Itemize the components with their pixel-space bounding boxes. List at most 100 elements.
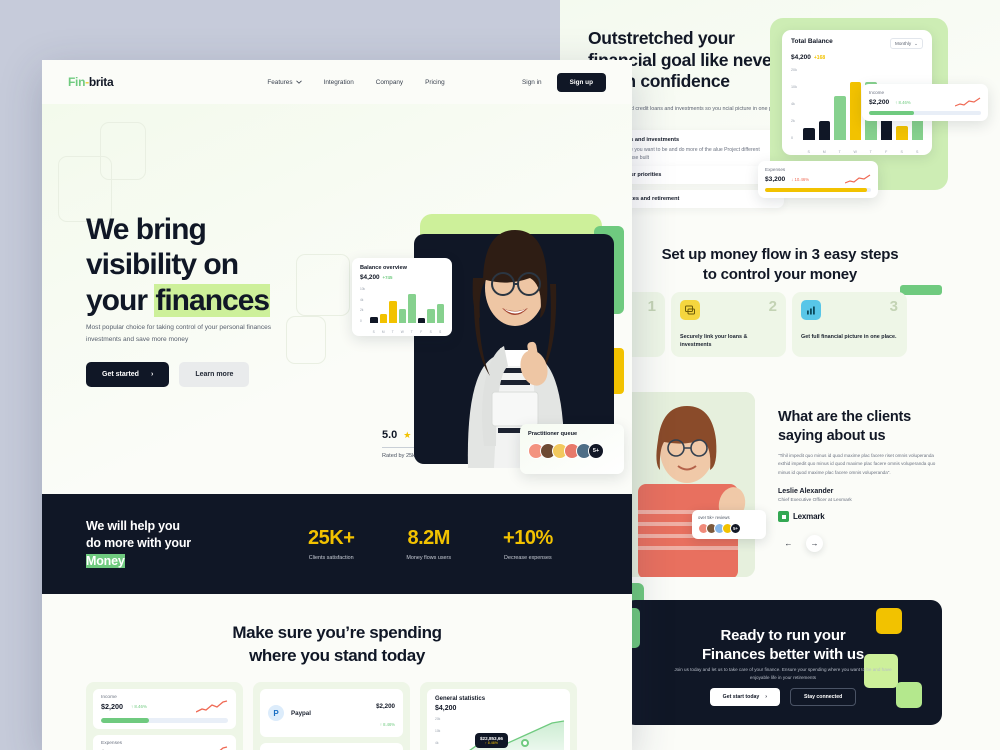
- balance-overview-amount: $4,200 +745: [360, 274, 393, 281]
- balance-overview-chart: 10k 4k 2k 0: [360, 287, 444, 329]
- x-tick-label: F: [885, 150, 888, 154]
- y-axis-ticks: 20k 10k 4k 2k 0: [791, 68, 797, 140]
- testimonial-author: Leslie Alexander: [778, 488, 834, 495]
- stat-value: 8.2M: [407, 527, 450, 549]
- spending-col-payments: P Paypal $2,200 ↑ 8.46% ⬟ Shopify $2,200…: [253, 682, 410, 750]
- bar: [436, 303, 444, 323]
- reviews-avatars: 5+: [698, 523, 760, 534]
- x-axis-ticks: SMTWTFSS: [791, 150, 923, 154]
- spending-section: Make sure you’re spending where you stan…: [42, 594, 632, 750]
- x-tick-label: S: [900, 150, 903, 154]
- income-progress: [101, 718, 228, 723]
- logo[interactable]: Fin-brita: [68, 75, 114, 89]
- income-card: Income $2,200 ↑ 8.46%: [93, 689, 236, 729]
- testimonial-photo: [620, 392, 755, 577]
- x-tick-label: S: [807, 150, 810, 154]
- logo-brita: brita: [88, 75, 114, 89]
- bar: [896, 126, 908, 140]
- expenses-float-card: Expenses $3,200 ↓ 10.46%: [758, 161, 878, 198]
- balance-change: +168: [813, 55, 826, 61]
- x-tick-label: T: [869, 150, 872, 154]
- tooltip-change: ↑ 8.46%: [485, 741, 498, 745]
- income-progress: [869, 111, 981, 115]
- cta-secondary-button[interactable]: Stay connected: [790, 688, 857, 706]
- sparkline-icon: [955, 97, 981, 107]
- chevron-down-icon: ⌄: [914, 40, 918, 46]
- bar: [379, 313, 387, 323]
- cta-subtitle: Join us today and let us to take care of…: [674, 667, 892, 681]
- income-amount: $2,200: [101, 702, 123, 711]
- payment-amount: $2,200: [376, 703, 395, 710]
- stat-label: Decrease expenses: [504, 555, 552, 561]
- sign-in-link[interactable]: Sign in: [522, 79, 542, 86]
- learn-more-button[interactable]: Learn more: [179, 362, 250, 387]
- chart-tooltip: $22,853,66 ↑ 8.46%: [475, 733, 508, 748]
- spending-cards: Income $2,200 ↑ 8.46% Expenses P Paypal …: [86, 682, 577, 750]
- nav-item-features[interactable]: Features: [267, 78, 302, 86]
- carousel-next-button[interactable]: →: [806, 535, 823, 552]
- chevron-right-icon: ›: [150, 371, 154, 378]
- stat-value: +10%: [503, 527, 553, 549]
- bar: [818, 121, 830, 140]
- general-statistics-card: General statistics $4,200 20k 10k 4k 2k …: [427, 689, 570, 750]
- practitioner-queue-title: Practitioner queue: [528, 431, 578, 437]
- payment-row-paypal[interactable]: P Paypal $2,200 ↑ 8.46%: [260, 689, 403, 737]
- nav-label: Features: [267, 78, 293, 86]
- expenses-amount: $3,200: [765, 175, 786, 183]
- spending-heading: Make sure you’re spending where you stan…: [232, 623, 442, 665]
- nav-links: Features Integration Company Pricing: [267, 79, 444, 86]
- hero-subtitle: Most popular choice for taking control o…: [86, 324, 272, 344]
- carousel-prev-button[interactable]: ←: [780, 535, 797, 552]
- balance-overview-card: Balance overview $4,200+745 10k 4k 2k 0: [352, 258, 452, 336]
- total-balance-title: Total Balance: [791, 38, 833, 45]
- stat-item: +10% Decrease expenses: [503, 527, 553, 561]
- period-value: Monthly: [895, 41, 912, 46]
- x-tick-label: W: [853, 150, 857, 154]
- stat-item: 25K+ Clients satisfaction: [308, 527, 355, 561]
- expenses-change: ↓ 10.46%: [791, 176, 810, 182]
- avatar-more-count: 5+: [588, 443, 604, 459]
- stats-band-highlight: Money: [86, 553, 125, 568]
- stat-label: Clients satisfaction: [308, 555, 354, 561]
- period-dropdown[interactable]: Monthly ⌄: [890, 38, 923, 49]
- sign-up-button[interactable]: Sign up: [556, 72, 606, 92]
- stat-value: 25K+: [308, 527, 355, 549]
- step-card-3[interactable]: 3 Get full financial picture in one plac…: [792, 292, 907, 357]
- bar: [389, 300, 397, 323]
- total-balance-amount: $4,200 +168: [791, 54, 826, 61]
- get-started-button[interactable]: Get started ›: [86, 362, 170, 387]
- area-series: [469, 720, 565, 750]
- payment-row-shopify[interactable]: ⬟ Shopify $2,200 ↑ 8.46%: [260, 743, 403, 750]
- step-text: Securely link your loans & investments: [680, 334, 748, 349]
- x-tick-label: W: [400, 330, 404, 334]
- cta-primary-button[interactable]: Get start today ›: [709, 688, 780, 706]
- bar: [427, 308, 435, 323]
- sparkline-icon: [219, 746, 228, 750]
- nav-item-company[interactable]: Company: [376, 79, 403, 86]
- paypal-icon: P: [268, 705, 284, 721]
- x-tick-label: S: [916, 150, 919, 154]
- income-change: ↑ 8.46%: [130, 704, 147, 709]
- avatar-more-count: 5+: [730, 523, 741, 534]
- reviews-badge-label: over 5k+ reviews: [698, 515, 730, 520]
- general-statistics-chart: 20k 10k 4k 2k 0: [435, 717, 565, 750]
- practitioner-queue-card: Practitioner queue 5+: [520, 424, 624, 474]
- reviews-badge: over 5k+ reviews 5+: [692, 510, 766, 539]
- spending-col-statistics: General statistics $4,200 20k 10k 4k 2k …: [420, 682, 577, 750]
- lexmark-logo: Lexmark: [778, 511, 825, 522]
- x-tick-label: S: [372, 330, 375, 334]
- x-axis-ticks: SMTWTFSS: [360, 330, 444, 334]
- chevron-down-icon: [295, 80, 302, 84]
- nav-item-pricing[interactable]: Pricing: [425, 79, 445, 86]
- x-tick-label: T: [410, 330, 413, 334]
- step-card-2[interactable]: 2 Securely link your loans & investments: [671, 292, 786, 357]
- hero-visual: Balance overview $4,200+745 10k 4k 2k 0: [342, 176, 632, 486]
- step-number: 3: [889, 298, 898, 315]
- x-tick-label: F: [420, 330, 423, 334]
- nav-item-integration[interactable]: Integration: [324, 79, 354, 86]
- decorative-outline-2: [100, 122, 146, 180]
- bar: [834, 95, 846, 140]
- expenses-card: Expenses $3,200 ↓ 10.46%: [93, 735, 236, 750]
- testimonial-carousel-controls: ← →: [780, 535, 823, 552]
- chart-marker-dot: [521, 739, 529, 747]
